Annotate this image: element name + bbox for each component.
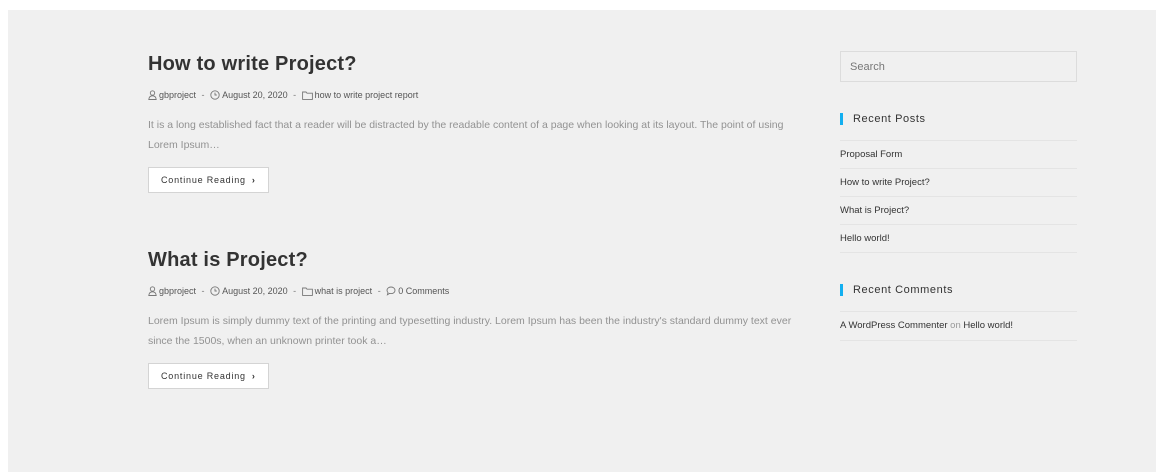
button-label: Continue Reading: [161, 371, 246, 381]
post-date: August 20, 2020: [222, 286, 288, 296]
post-date: August 20, 2020: [222, 90, 288, 100]
page-background: How to write Project? gbproject - August…: [8, 10, 1156, 472]
post-title[interactable]: How to write Project?: [148, 52, 808, 76]
heading-accent-bar: [840, 284, 843, 296]
meta-separator: -: [377, 286, 381, 296]
heading-accent-bar: [840, 113, 843, 125]
post-meta: gbproject - August 20, 2020 - how to wri…: [148, 89, 808, 103]
post-meta: gbproject - August 20, 2020 - what is pr…: [148, 285, 808, 299]
comment-on-label: on: [950, 320, 961, 331]
recent-posts-title: Recent Posts: [853, 113, 926, 125]
comment-post-link[interactable]: Hello world!: [963, 320, 1013, 331]
continue-reading-button[interactable]: Continue Reading ›: [148, 167, 269, 193]
clock-icon: [210, 90, 220, 103]
continue-reading-button[interactable]: Continue Reading ›: [148, 363, 269, 389]
post-category[interactable]: how to write project report: [315, 90, 419, 100]
folder-icon: [301, 287, 313, 299]
clock-icon: [210, 286, 220, 299]
user-icon: [148, 90, 157, 103]
meta-separator: -: [293, 90, 297, 100]
meta-separator: -: [201, 286, 205, 296]
comment-icon: [386, 286, 396, 299]
meta-separator: -: [201, 90, 205, 100]
recent-post-link[interactable]: Hello world!: [840, 225, 1077, 253]
post-author[interactable]: gbproject: [159, 286, 196, 296]
folder-icon: [301, 91, 313, 103]
chevron-right-icon: ›: [251, 371, 256, 381]
post-item: What is Project? gbproject - August 20, …: [148, 248, 808, 389]
post-comments-link[interactable]: 0 Comments: [398, 286, 449, 296]
post-excerpt: It is a long established fact that a rea…: [148, 119, 784, 151]
recent-comments-title: Recent Comments: [853, 284, 954, 296]
user-icon: [148, 286, 157, 299]
search-input[interactable]: [840, 51, 1077, 82]
recent-posts-heading: Recent Posts: [840, 112, 1077, 141]
post-title[interactable]: What is Project?: [148, 248, 808, 272]
comment-author-link[interactable]: A WordPress Commenter: [840, 320, 948, 331]
button-label: Continue Reading: [161, 175, 246, 185]
recent-post-link[interactable]: How to write Project?: [840, 169, 1077, 197]
meta-separator: -: [293, 286, 297, 296]
post-item: How to write Project? gbproject - August…: [148, 52, 808, 193]
post-excerpt: Lorem Ipsum is simply dummy text of the …: [148, 315, 792, 347]
recent-post-link[interactable]: What is Project?: [840, 197, 1077, 225]
sidebar: Recent Posts Proposal Form How to write …: [840, 51, 1077, 341]
recent-post-link[interactable]: Proposal Form: [840, 141, 1077, 169]
recent-comments-heading: Recent Comments: [840, 283, 1077, 312]
recent-posts-list: Proposal Form How to write Project? What…: [840, 141, 1077, 253]
recent-comment-item: A WordPress Commenter on Hello world!: [840, 312, 1077, 341]
chevron-right-icon: ›: [251, 175, 256, 185]
post-category[interactable]: what is project: [315, 286, 373, 296]
post-author[interactable]: gbproject: [159, 90, 196, 100]
